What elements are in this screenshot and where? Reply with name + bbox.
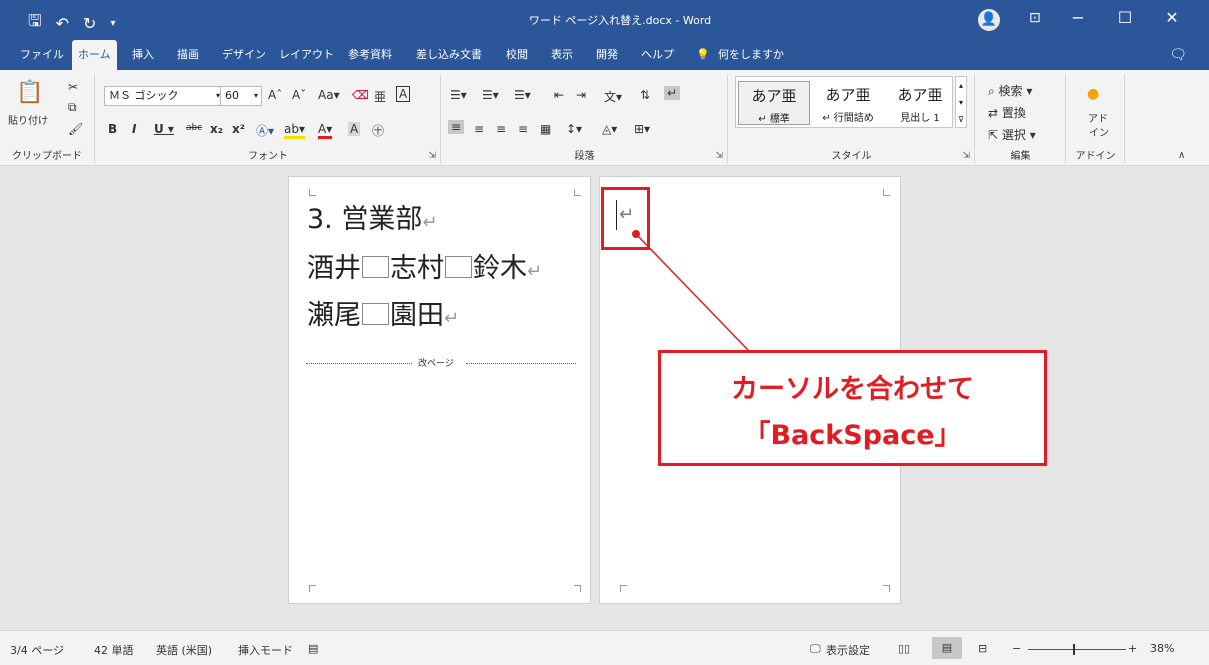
read-mode-icon[interactable]: ▯▯: [898, 642, 910, 655]
zoom-slider-thumb[interactable]: [1073, 644, 1075, 655]
instruction-callout: カーソルを合わせて 「BackSpace」: [658, 350, 1047, 466]
status-bar: 3/4 ページ 42 単語 英語 (米国) 挿入モード ▤ 🖵 表示設定 ▯▯ …: [0, 630, 1209, 665]
display-settings-icon[interactable]: 🖵: [810, 642, 821, 656]
callout-pointer: [632, 230, 749, 351]
zoom-slider[interactable]: [1028, 649, 1126, 650]
print-layout-icon[interactable]: ▤: [932, 637, 962, 659]
language[interactable]: 英語 (米国): [156, 642, 212, 658]
zoom-in-button[interactable]: +: [1128, 642, 1137, 655]
insert-mode[interactable]: 挿入モード: [238, 642, 293, 658]
zoom-level[interactable]: 38%: [1150, 642, 1174, 655]
word-count[interactable]: 42 単語: [94, 642, 134, 658]
callout-line-2: 「BackSpace」: [743, 420, 962, 451]
accessibility-icon[interactable]: ▤: [308, 642, 318, 655]
display-settings[interactable]: 表示設定: [826, 642, 870, 658]
zoom-out-button[interactable]: −: [1012, 642, 1021, 655]
page-count[interactable]: 3/4 ページ: [10, 642, 64, 658]
callout-line-1: カーソルを合わせて: [731, 374, 974, 405]
web-layout-icon[interactable]: ⊟: [978, 642, 987, 655]
